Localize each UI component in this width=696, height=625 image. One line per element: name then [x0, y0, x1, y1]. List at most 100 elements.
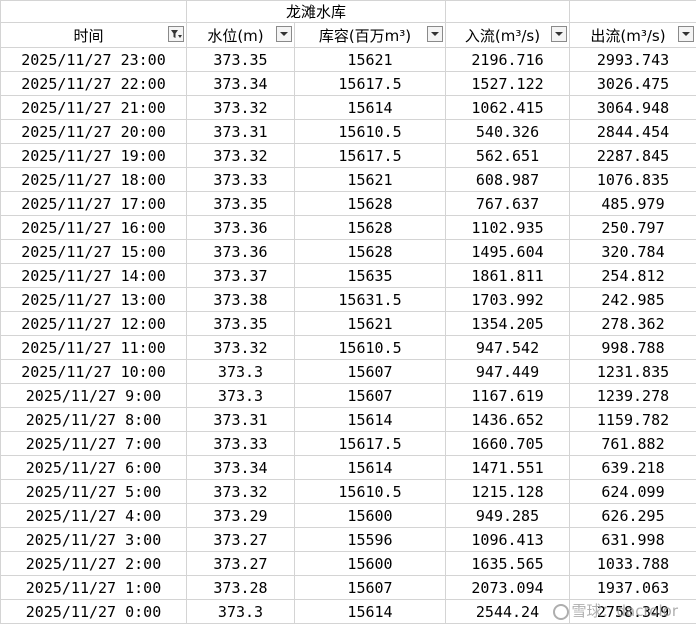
table-cell: 2844.454 — [569, 119, 696, 144]
table-cell: 15607 — [293, 575, 447, 600]
table-cell: 1703.992 — [445, 287, 571, 312]
filter-dropdown-button[interactable] — [427, 26, 444, 42]
table-cell: 2025/11/27 20:00 — [0, 119, 187, 144]
table-cell: 767.637 — [445, 191, 571, 216]
table-cell: 1096.413 — [445, 527, 571, 552]
table-cell: 2025/11/27 23:00 — [0, 47, 187, 72]
table-cell: 485.979 — [569, 191, 696, 216]
table-cell: 1076.835 — [569, 167, 696, 192]
title-row: 龙滩水库 — [0, 0, 696, 23]
table-row: 2025/11/27 11:00 373.32 15610.5 947.542 998.… — [0, 335, 696, 360]
table-row: 2025/11/27 12:00 373.35 15621 1354.205 278.3… — [0, 311, 696, 336]
table-cell: 2025/11/27 13:00 — [0, 287, 187, 312]
table-cell: 373.28 — [186, 575, 295, 600]
empty-title-cell — [445, 0, 571, 23]
table-cell: 15631.5 — [293, 287, 447, 312]
table-row: 2025/11/27 5:00 373.32 15610.5 1215.128 624.… — [0, 479, 696, 504]
table-cell: 373.35 — [186, 47, 295, 72]
table-cell: 1354.205 — [445, 311, 571, 336]
table-cell: 15628 — [293, 239, 447, 264]
table-cell: 373.35 — [186, 191, 295, 216]
table-cell: 373.34 — [186, 455, 295, 480]
table-row: 2025/11/27 20:00 373.31 15610.5 540.326 2844… — [0, 119, 696, 144]
table-cell: 1239.278 — [569, 383, 696, 408]
table-cell: 15635 — [293, 263, 447, 288]
table-cell: 15607 — [293, 359, 447, 384]
table-cell: 15610.5 — [293, 479, 447, 504]
filter-active-button[interactable] — [168, 26, 184, 42]
table-cell: 2025/11/27 19:00 — [0, 143, 187, 168]
table-cell: 373.31 — [186, 119, 295, 144]
table-cell: 15617.5 — [293, 431, 447, 456]
table-cell: 1033.788 — [569, 551, 696, 576]
table-cell: 947.449 — [445, 359, 571, 384]
table-cell: 373.27 — [186, 551, 295, 576]
table-cell: 15617.5 — [293, 71, 447, 96]
table-row: 2025/11/27 2:00 373.27 15600 1635.565 1033.7… — [0, 551, 696, 576]
table-row: 2025/11/27 6:00 373.34 15614 1471.551 639.21… — [0, 455, 696, 480]
table-row: 2025/11/27 13:00 373.38 15631.5 1703.992 242… — [0, 287, 696, 312]
table-cell: 2196.716 — [445, 47, 571, 72]
table-cell: 1635.565 — [445, 551, 571, 576]
table-cell: 15610.5 — [293, 119, 447, 144]
chevron-down-icon — [682, 32, 691, 36]
table-cell: 1937.063 — [569, 575, 696, 600]
table-cell: 2025/11/27 6:00 — [0, 455, 187, 480]
table-row: 2025/11/27 7:00 373.33 15617.5 1660.705 761.… — [0, 431, 696, 456]
table-cell: 15610.5 — [293, 335, 447, 360]
chevron-down-icon — [280, 32, 288, 36]
filter-dropdown-button[interactable] — [551, 26, 568, 42]
table-cell: 2025/11/27 10:00 — [0, 359, 187, 384]
table-cell: 373.32 — [186, 479, 295, 504]
table-cell: 1660.705 — [445, 431, 571, 456]
table-cell: 631.998 — [569, 527, 696, 552]
table-cell: 2025/11/27 12:00 — [0, 311, 187, 336]
table-cell: 2025/11/27 21:00 — [0, 95, 187, 120]
table-cell: 562.651 — [445, 143, 571, 168]
table-cell: 15628 — [293, 191, 447, 216]
table-cell: 15614 — [293, 95, 447, 120]
table-cell: 2993.743 — [569, 47, 696, 72]
table-cell: 1861.811 — [445, 263, 571, 288]
xueqiu-logo-icon — [552, 604, 569, 620]
table-cell: 373.31 — [186, 407, 295, 432]
table-cell: 2025/11/27 11:00 — [0, 335, 187, 360]
table-cell: 15617.5 — [293, 143, 447, 168]
table-cell: 373.3 — [186, 599, 295, 624]
filter-dropdown-button[interactable] — [276, 26, 292, 42]
column-header-2: 库容(百万m³) — [293, 22, 447, 48]
table-cell: 947.542 — [445, 335, 571, 360]
table-cell: 373.36 — [186, 239, 295, 264]
table-cell: 998.788 — [569, 335, 696, 360]
header-row: 时间 水位(m) 库容(百万m³) 入流(m³/s) 出流(m³/s) — [0, 22, 696, 48]
table-cell: 540.326 — [445, 119, 571, 144]
table-row: 2025/11/27 1:00 373.28 15607 2073.094 1937.0… — [0, 575, 696, 600]
table-cell: 373.3 — [186, 359, 295, 384]
filter-dropdown-button[interactable] — [678, 26, 695, 42]
table-row: 2025/11/27 14:00 373.37 15635 1861.811 254.8… — [0, 263, 696, 288]
reservoir-title: 龙滩水库 — [185, 0, 447, 23]
table-cell: 373.29 — [186, 503, 295, 528]
table-cell: 373.32 — [186, 143, 295, 168]
table-cell: 624.099 — [569, 479, 696, 504]
table-cell: 373.33 — [186, 431, 295, 456]
table-cell: 1062.415 — [445, 95, 571, 120]
table-row: 2025/11/27 15:00 373.36 15628 1495.604 320.7… — [0, 239, 696, 264]
table-cell: 278.362 — [569, 311, 696, 336]
table-cell: 373.33 — [186, 167, 295, 192]
table-cell: 2025/11/27 9:00 — [0, 383, 187, 408]
column-header-label: 库容(百万m³) — [318, 26, 412, 45]
table-row: 2025/11/27 9:00 373.3 15607 1167.619 1239.27… — [0, 383, 696, 408]
table-cell: 2073.094 — [445, 575, 571, 600]
table-cell: 949.285 — [445, 503, 571, 528]
table-row: 2025/11/27 3:00 373.27 15596 1096.413 631.99… — [0, 527, 696, 552]
table-cell: 2025/11/27 0:00 — [0, 599, 187, 624]
watermark: 雪球：dacrolor — [552, 600, 678, 621]
table-cell: 15621 — [293, 167, 447, 192]
chevron-down-icon — [555, 32, 564, 36]
column-header-label: 出流(m³/s) — [590, 26, 666, 45]
table-cell: 2025/11/27 5:00 — [0, 479, 187, 504]
table-cell: 15607 — [293, 383, 447, 408]
table-cell: 15621 — [293, 47, 447, 72]
table-row: 2025/11/27 21:00 373.32 15614 1062.415 3064.… — [0, 95, 696, 120]
